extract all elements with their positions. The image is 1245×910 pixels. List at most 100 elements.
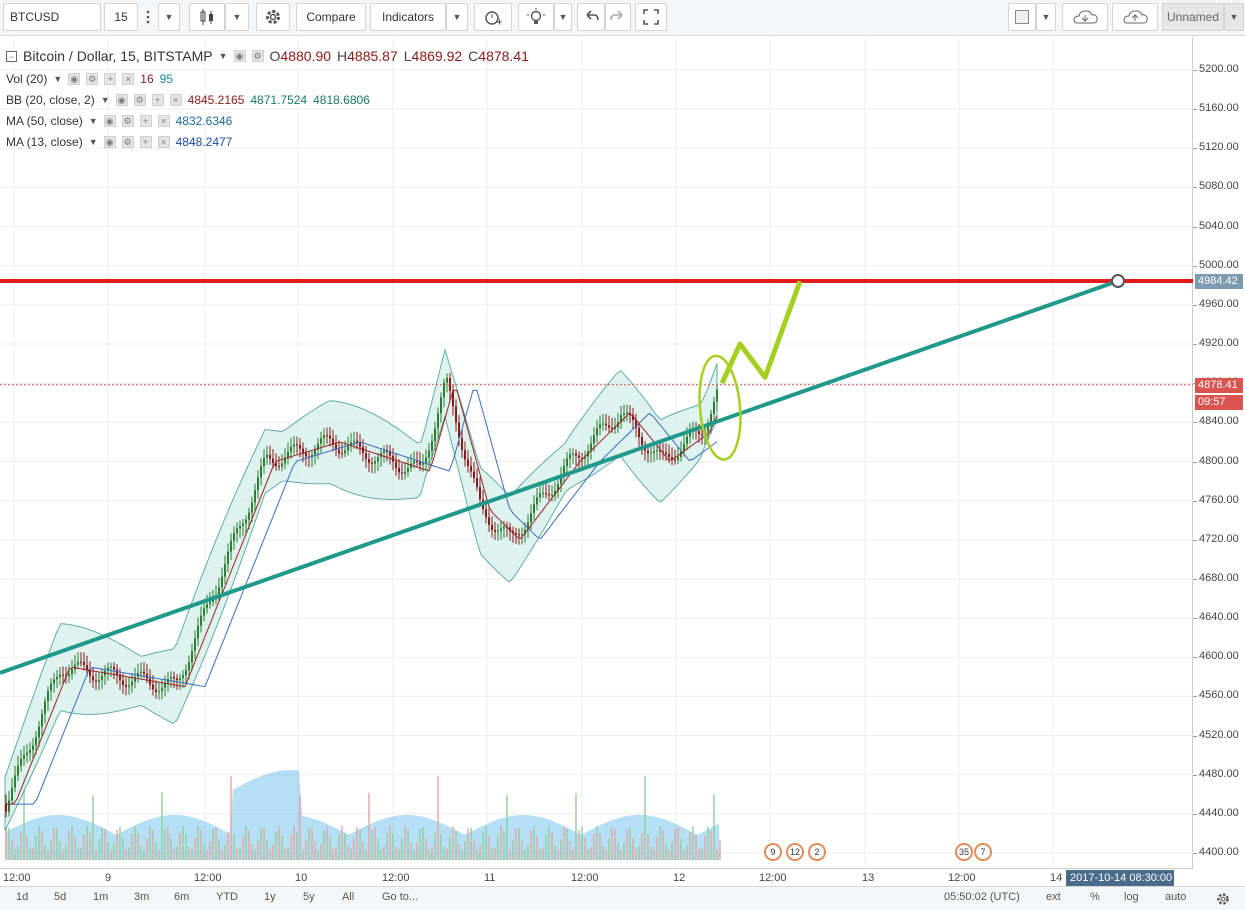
close-icon[interactable]: ×	[169, 94, 182, 106]
fullscreen-button[interactable]	[635, 3, 667, 31]
settings-button[interactable]	[256, 3, 290, 31]
candle-body	[497, 530, 499, 532]
volume-bar	[410, 843, 412, 860]
event-badge[interactable]: 12	[786, 843, 804, 861]
chevron-down-icon[interactable]: ▼	[219, 51, 228, 61]
candle-body	[110, 666, 112, 668]
collapse-icon[interactable]: −	[6, 50, 17, 62]
goto-button[interactable]: Go to...	[382, 891, 418, 903]
candle-body	[131, 681, 133, 686]
price-chart[interactable]	[0, 37, 1193, 868]
ma50-legend: MA (50, close) ▼ ◉ ⚙ + × 4832.6346	[6, 114, 232, 128]
candle-body	[209, 601, 211, 605]
candle-body	[152, 684, 154, 690]
bb-name: BB (20, close, 2)	[6, 93, 95, 107]
load-button[interactable]	[1062, 3, 1108, 31]
time-axis[interactable]: 14 12:00 13 12:00 12 12:00 11 12:00 10 12:00 9 12:0…	[0, 868, 1193, 888]
chart-style-dropdown[interactable]: ▼	[225, 3, 249, 31]
price-axis-label: 4920.00	[1199, 337, 1239, 350]
candle-body	[518, 534, 520, 536]
event-badge[interactable]: 9	[764, 843, 782, 861]
volume-bar	[503, 831, 505, 860]
eye-icon[interactable]: ◉	[103, 136, 116, 148]
volume-bar	[512, 840, 514, 860]
candle-body	[338, 449, 340, 454]
close-icon[interactable]: ×	[157, 136, 170, 148]
candle-body	[239, 525, 241, 529]
color-box-button[interactable]	[1008, 3, 1036, 31]
eye-icon[interactable]: ◉	[115, 94, 128, 106]
layout-name-button[interactable]: Unnamed	[1162, 3, 1224, 31]
layout-dropdown[interactable]: ▼	[1224, 3, 1244, 31]
candle-body	[161, 687, 163, 692]
time-axis-label: 13	[862, 872, 875, 884]
chevron-down-icon[interactable]: ▼	[89, 116, 98, 126]
close-icon[interactable]: ×	[157, 115, 170, 127]
eye-icon[interactable]: ◉	[233, 50, 246, 62]
range-5y[interactable]: 5y	[303, 891, 315, 903]
interval-button[interactable]: 15	[104, 3, 138, 31]
alert-button[interactable]	[474, 3, 512, 31]
range-3m[interactable]: 3m	[134, 891, 149, 903]
ext-toggle[interactable]: ext	[1046, 891, 1061, 903]
volume-bar	[323, 830, 325, 860]
candle-body	[74, 664, 76, 670]
save-button[interactable]	[1112, 3, 1158, 31]
price-axis[interactable]: 5200.00 5160.00 5120.00 5080.00 5040.00 5000.…	[1193, 37, 1245, 868]
chevron-down-icon[interactable]: ▼	[89, 137, 98, 147]
gear-icon[interactable]	[1216, 892, 1230, 906]
volume-bar	[629, 827, 631, 860]
indicators-dropdown[interactable]: ▼	[446, 3, 468, 31]
chevron-down-icon[interactable]: ▼	[53, 74, 62, 84]
range-1m[interactable]: 1m	[93, 891, 108, 903]
color-dropdown[interactable]: ▼	[1036, 3, 1056, 31]
volume-bar	[365, 849, 367, 860]
volume-bar	[599, 833, 601, 860]
event-badge[interactable]: 7	[974, 843, 992, 861]
candle-body	[299, 445, 301, 449]
log-toggle[interactable]: log	[1124, 891, 1139, 903]
candle-body	[20, 758, 22, 766]
price-axis-label: 4600.00	[1199, 650, 1239, 663]
interval-more-icon[interactable]	[138, 3, 158, 31]
gear-icon[interactable]: ⚙	[86, 73, 99, 85]
event-badge[interactable]: 35	[955, 843, 973, 861]
indicators-button[interactable]: Indicators	[370, 3, 446, 31]
undo-button[interactable]	[577, 3, 605, 31]
interval-dropdown[interactable]: ▼	[158, 3, 180, 31]
chart-pane[interactable]: − Bitcoin / Dollar, 15, BITSTAMP ▼ ◉ ⚙ O4…	[0, 37, 1193, 868]
chevron-down-icon[interactable]: ▼	[101, 95, 110, 105]
plus-icon[interactable]: +	[139, 115, 152, 127]
plus-icon[interactable]: +	[151, 94, 164, 106]
range-all[interactable]: All	[342, 891, 354, 903]
range-1d[interactable]: 1d	[16, 891, 28, 903]
candle-body	[305, 453, 307, 457]
gear-icon[interactable]: ⚙	[133, 94, 146, 106]
event-badge[interactable]: 2	[808, 843, 826, 861]
chart-style-button[interactable]	[189, 3, 225, 31]
gear-icon[interactable]: ⚙	[121, 115, 134, 127]
symbol-input[interactable]: BTCUSD	[3, 3, 101, 31]
range-1y[interactable]: 1y	[264, 891, 276, 903]
range-6m[interactable]: 6m	[174, 891, 189, 903]
redo-button[interactable]	[605, 3, 631, 31]
utc-clock[interactable]: 05:50:02 (UTC)	[944, 891, 1020, 903]
gear-icon[interactable]: ⚙	[121, 136, 134, 148]
eye-icon[interactable]: ◉	[103, 115, 116, 127]
plus-icon[interactable]: +	[139, 136, 152, 148]
ideas-dropdown[interactable]: ▼	[554, 3, 572, 31]
price-axis-tick	[1193, 813, 1197, 815]
volume-bar	[158, 849, 160, 860]
volume-bar	[80, 847, 82, 860]
close-icon[interactable]: ×	[122, 73, 135, 85]
gear-icon[interactable]: ⚙	[251, 50, 264, 62]
plus-icon[interactable]: +	[104, 73, 117, 85]
ideas-button[interactable]	[518, 3, 554, 31]
chevron-down-icon: ▼	[164, 12, 174, 22]
percent-toggle[interactable]: %	[1090, 891, 1100, 903]
eye-icon[interactable]: ◉	[68, 73, 81, 85]
range-5d[interactable]: 5d	[54, 891, 66, 903]
compare-button[interactable]: Compare	[296, 3, 366, 31]
auto-toggle[interactable]: auto	[1165, 891, 1186, 903]
range-ytd[interactable]: YTD	[216, 891, 238, 903]
